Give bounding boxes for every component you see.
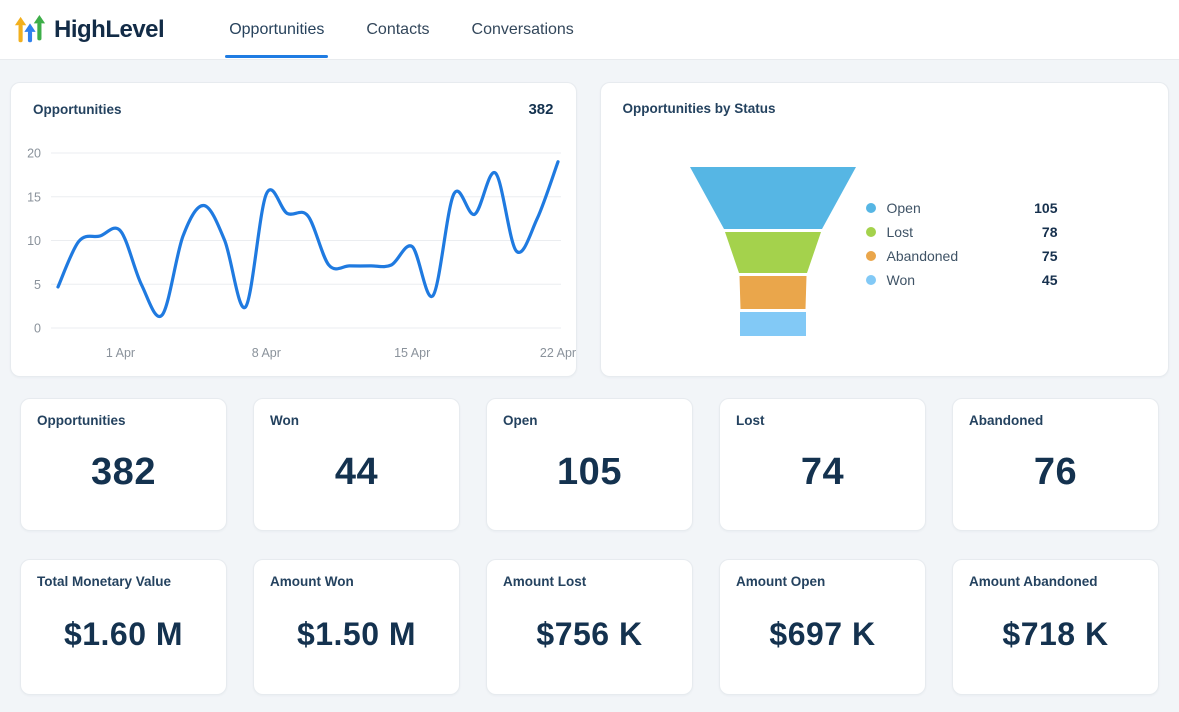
stat-card-amount-abandoned: Amount Abandoned $718 K [952,559,1159,695]
legend-value: 45 [1042,272,1058,288]
status-funnel-chart[interactable] [681,167,865,337]
stat-value: 382 [91,451,156,494]
stat-value: $1.50 M [297,616,416,653]
legend-item-won[interactable]: Won 45 [866,268,1058,292]
legend-item-abandoned[interactable]: Abandoned 75 [866,244,1058,268]
svg-text:22 Apr: 22 Apr [540,346,576,360]
stat-card-amount-lost: Amount Lost $756 K [486,559,693,695]
stats-row-counts: Opportunities 382 Won 44 Open 105 Lost 7… [20,398,1159,531]
stat-card-amount-open: Amount Open $697 K [719,559,926,695]
charts-row: Opportunities 382 051015201 Apr8 Apr15 A… [10,82,1169,377]
stat-card-total-monetary-value: Total Monetary Value $1.60 M [20,559,227,695]
stat-card-lost: Lost 74 [719,398,926,531]
legend-value: 78 [1042,224,1058,240]
won-status-dot-icon [866,275,876,285]
legend-item-open[interactable]: Open 105 [866,196,1058,220]
open-status-dot-icon [866,203,876,213]
svg-text:8 Apr: 8 Apr [252,346,281,360]
legend-label: Lost [887,224,913,240]
funnel-card-header: Opportunities by Status [601,83,1169,116]
dashboard-main: Opportunities 382 0 5 10 15 20 1 Apr 8 Apr 15 A… [0,60,1179,695]
stat-card-won: Won 44 [253,398,460,531]
opportunities-by-status-card: Opportunities by Status Open 105 Lost 78… [600,82,1170,377]
app-header: HighLevel Opportunities Contacts Convers… [0,0,1179,60]
stat-label: Total Monetary Value [37,574,210,589]
svg-text:15: 15 [27,190,41,204]
abandoned-status-dot-icon [866,251,876,261]
stat-label: Lost [736,413,909,428]
nav-tabs: Opportunities Contacts Conversations [208,0,595,59]
funnel-chart-title: Opportunities by Status [623,101,776,116]
stat-value: 76 [1034,451,1077,494]
svg-text:20: 20 [27,147,41,161]
opportunities-line-chart-card: Opportunities 382 051015201 Apr8 Apr15 A… [10,82,577,377]
stat-value: $756 K [536,616,642,653]
stat-value: 105 [557,451,622,494]
stat-label: Amount Won [270,574,443,589]
stat-card-open: Open 105 [486,398,693,531]
stat-label: Amount Open [736,574,909,589]
growth-arrows-icon [14,12,46,48]
legend-item-lost[interactable]: Lost 78 [866,220,1058,244]
status-legend: Open 105 Lost 78 Abandoned 75 Won 45 [866,196,1058,292]
svg-text:5: 5 [34,278,41,292]
brand-name: HighLevel [54,16,164,44]
legend-label: Won [887,272,916,288]
stat-label: Amount Lost [503,574,676,589]
stats-row-amounts: Total Monetary Value $1.60 M Amount Won … [20,559,1159,695]
stat-card-abandoned: Abandoned 76 [952,398,1159,531]
opportunities-line-chart[interactable]: 0 5 10 15 20 1 Apr 8 Apr 15 Apr 22 Apr [11,83,578,378]
stat-card-opportunities: Opportunities 382 [20,398,227,531]
stat-card-amount-won: Amount Won $1.50 M [253,559,460,695]
svg-text:0: 0 [34,322,41,336]
stat-label: Won [270,413,443,428]
legend-value: 105 [1034,200,1057,216]
svg-text:15 Apr: 15 Apr [394,346,430,360]
tab-contacts[interactable]: Contacts [345,0,450,59]
tab-opportunities[interactable]: Opportunities [208,0,345,59]
stat-value: 74 [801,451,844,494]
legend-label: Abandoned [887,248,959,264]
legend-label: Open [887,200,921,216]
legend-value: 75 [1042,248,1058,264]
stat-label: Open [503,413,676,428]
stat-value: $1.60 M [64,616,183,653]
stat-label: Opportunities [37,413,210,428]
stat-label: Amount Abandoned [969,574,1142,589]
stat-value: $697 K [769,616,875,653]
lost-status-dot-icon [866,227,876,237]
svg-text:10: 10 [27,234,41,248]
stat-label: Abandoned [969,413,1142,428]
brand-logo[interactable]: HighLevel [14,12,164,48]
svg-text:1 Apr: 1 Apr [106,346,135,360]
tab-conversations[interactable]: Conversations [451,0,595,59]
stat-value: 44 [335,451,378,494]
stat-value: $718 K [1002,616,1108,653]
